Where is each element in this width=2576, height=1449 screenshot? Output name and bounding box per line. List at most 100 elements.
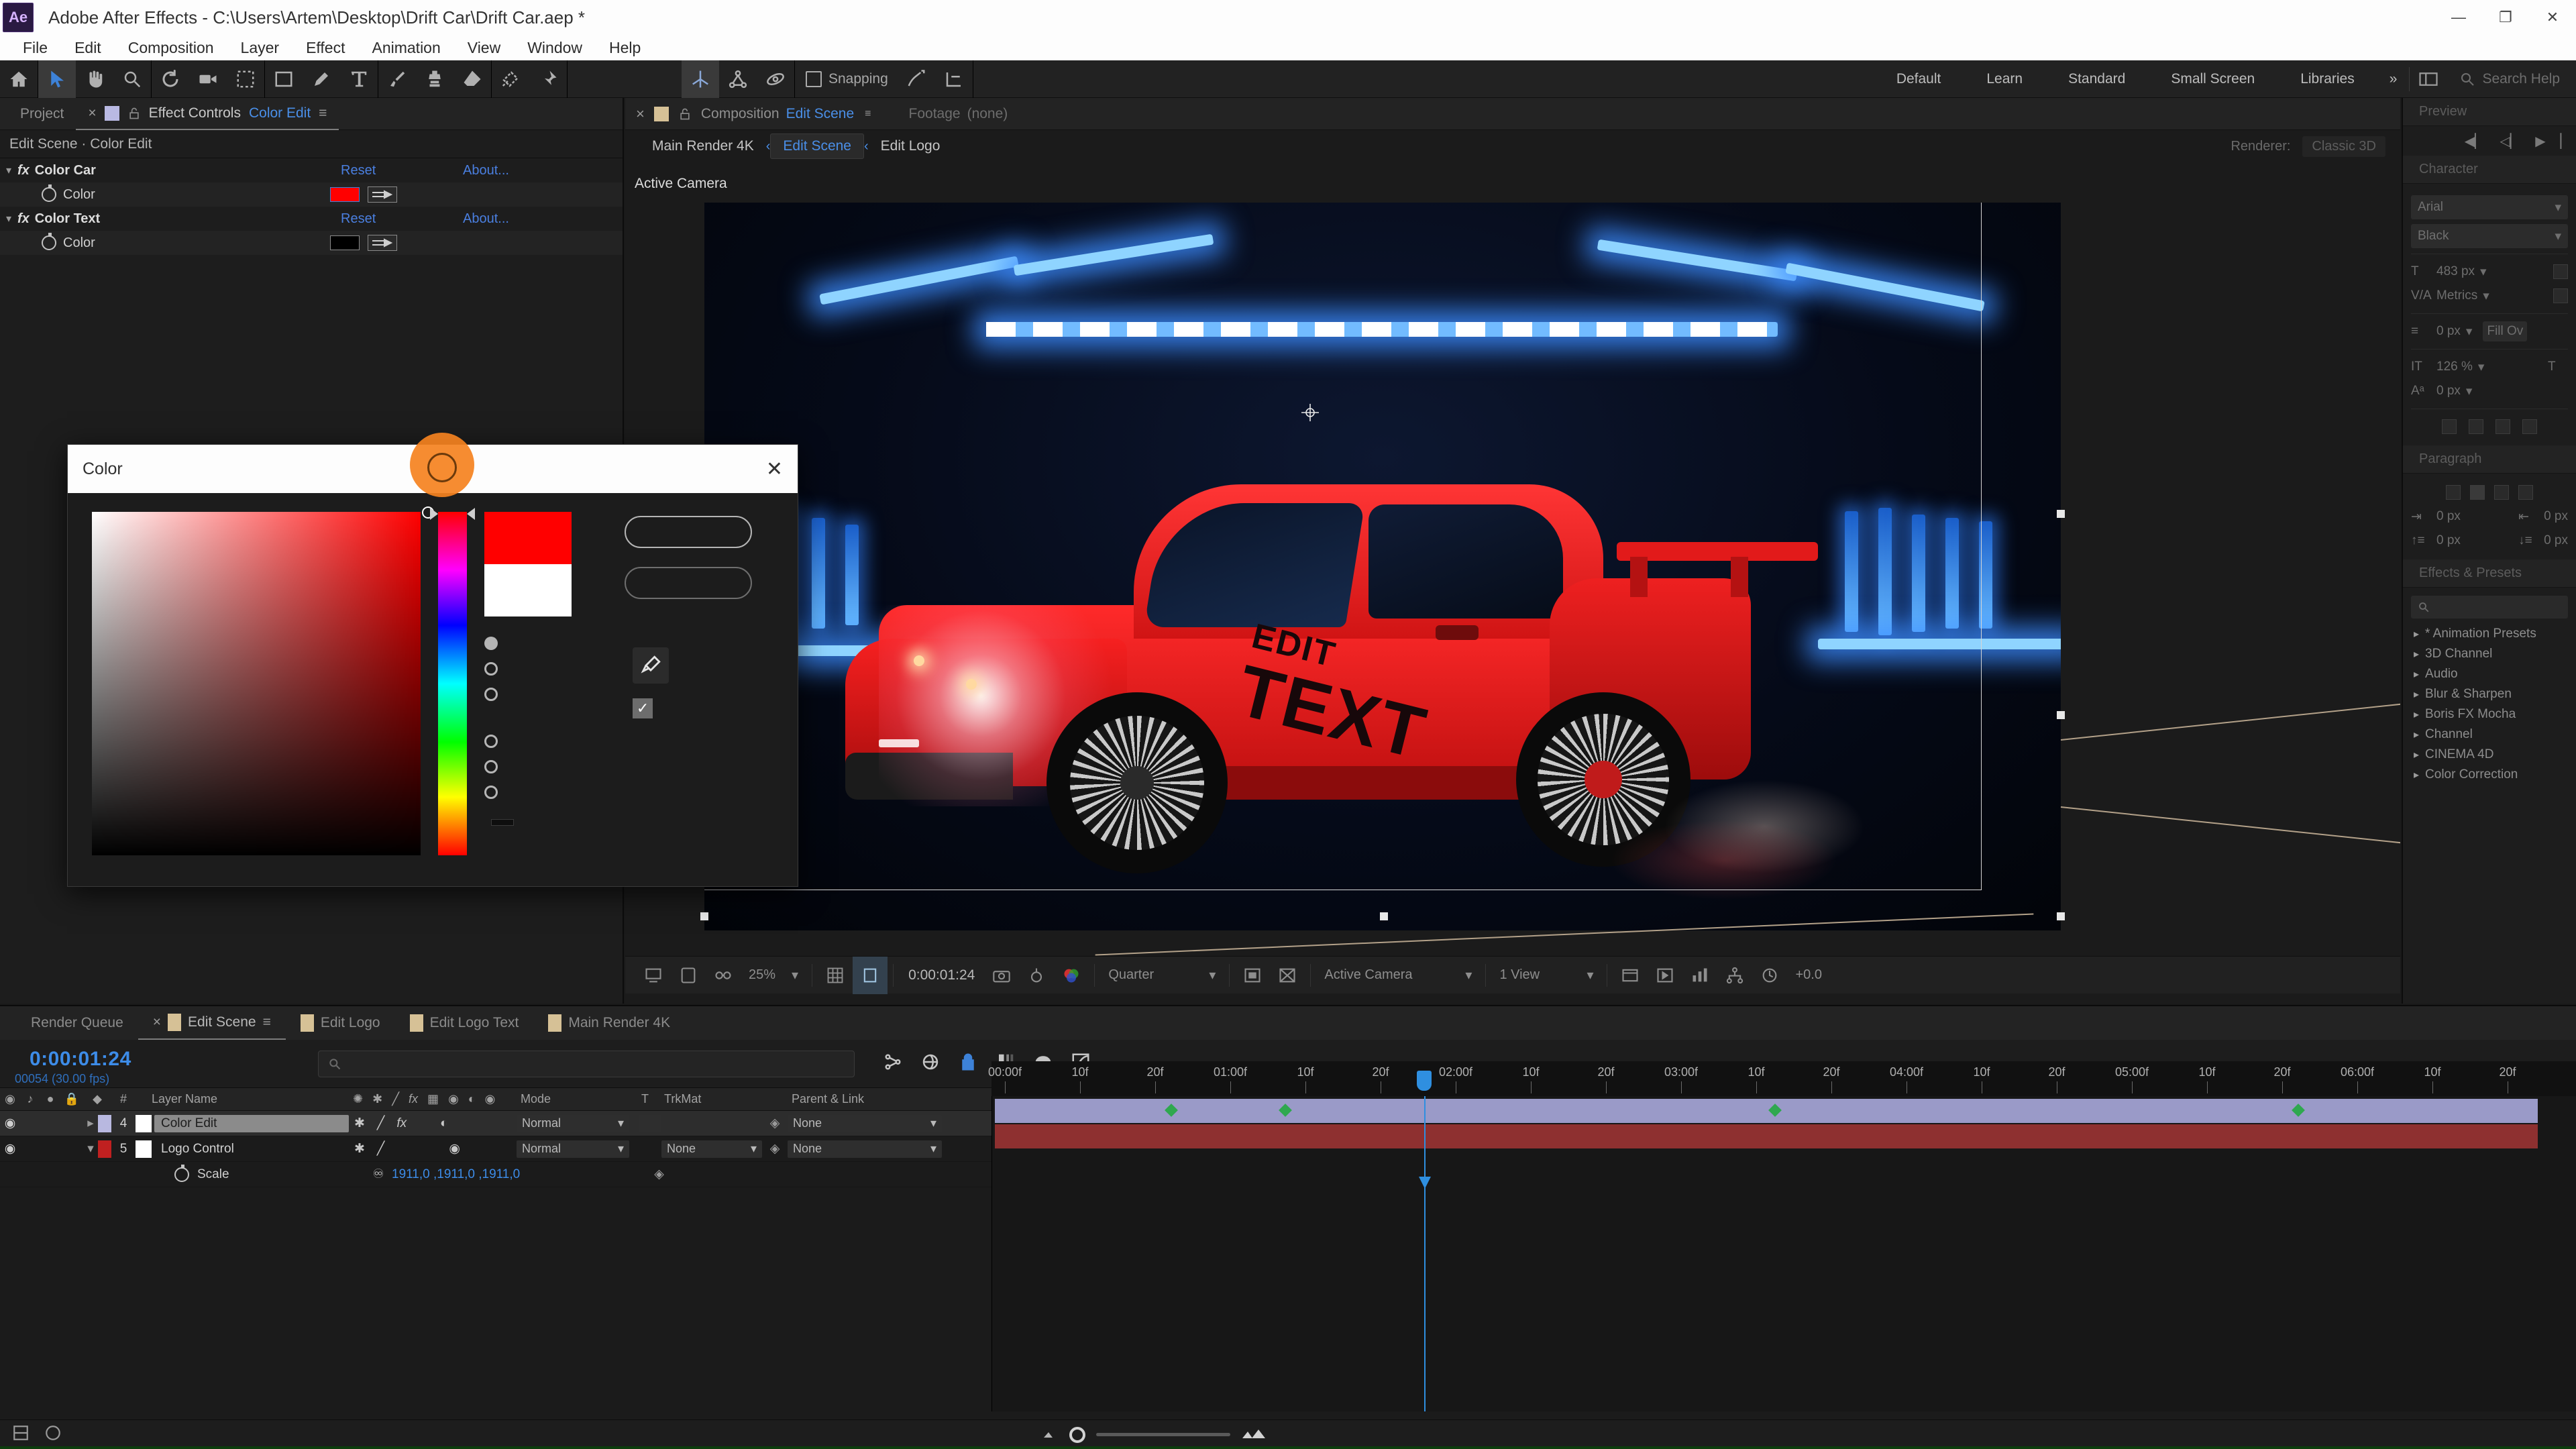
show-snapshot-icon[interactable] — [1019, 957, 1054, 994]
shape-tool-icon[interactable] — [265, 60, 303, 98]
faux-italic-icon[interactable] — [2469, 419, 2483, 434]
layer-name[interactable]: Logo Control — [154, 1142, 349, 1157]
brush-tool-icon[interactable] — [378, 60, 416, 98]
layer-bar-color-edit[interactable] — [995, 1099, 2538, 1123]
timeline-current-time[interactable]: 0:00:01:24 — [15, 1048, 131, 1071]
radio-green[interactable] — [484, 760, 498, 773]
timeline-search-input[interactable] — [318, 1050, 855, 1077]
resolution-select[interactable]: Quarter — [1100, 957, 1201, 994]
always-preview-icon[interactable] — [636, 957, 671, 994]
small-caps-icon[interactable] — [2522, 419, 2537, 434]
green-field-row[interactable] — [484, 760, 607, 773]
reset-link-color-text[interactable]: Reset — [341, 211, 376, 227]
effects-category-blur-sharpen[interactable]: ▸ Blur & Sharpen — [2411, 684, 2568, 704]
3d-axis-tool-icon[interactable] — [682, 60, 719, 98]
camera-tool-icon[interactable] — [189, 60, 227, 98]
property-row-color-car[interactable]: Color — [0, 182, 623, 207]
composition-mini-flowchart-icon[interactable] — [883, 1052, 903, 1075]
go-to-start-button[interactable]: ◀▏ — [2465, 133, 2485, 150]
tab-edit-logo[interactable]: Edit Logo — [286, 1006, 395, 1040]
stopwatch-icon[interactable] — [42, 233, 56, 250]
transform-handle[interactable] — [2057, 711, 2065, 719]
expand-chevron-down-icon[interactable]: ▾ — [83, 1141, 98, 1157]
effects-category-boris-fx-mocha[interactable]: ▸ Boris FX Mocha — [2411, 704, 2568, 724]
kerning-row[interactable]: V/A Metrics ▾ — [2411, 284, 2568, 308]
expand-chevron-right-icon[interactable]: ▸ — [83, 1116, 98, 1131]
clone-stamp-tool-icon[interactable] — [416, 60, 453, 98]
all-caps-icon[interactable] — [2496, 419, 2510, 434]
composition-viewport[interactable]: Active Camera EDIT TEXT — [625, 162, 2400, 956]
snap-corner-icon[interactable] — [935, 60, 973, 98]
menu-animation[interactable]: Animation — [358, 35, 453, 60]
effect-row-color-car[interactable]: ▾ fx Color Car Reset About... — [0, 158, 623, 182]
col-t-header[interactable]: T — [641, 1092, 664, 1106]
effects-icon[interactable]: fx — [396, 1116, 407, 1131]
tab-main-render-4k[interactable]: Main Render 4K — [533, 1006, 685, 1040]
shy-icon[interactable]: ✱ — [354, 1116, 365, 1131]
font-size-row[interactable]: T 483 px ▾ — [2411, 260, 2568, 284]
parent-pickwhip-icon[interactable]: ◈ — [762, 1141, 788, 1157]
workspace-standard[interactable]: Standard — [2045, 71, 2148, 87]
eraser-tool-icon[interactable] — [453, 60, 491, 98]
chevron-down-icon[interactable]: ▾ — [0, 164, 17, 177]
3d-glasses-icon[interactable] — [706, 957, 741, 994]
composition-mini-icon[interactable] — [30, 1424, 62, 1445]
radio-red[interactable] — [484, 735, 498, 748]
timeline-ruler[interactable]: 00:00f 10f 20f 01:00f 10f 20f 02:00f 10f… — [988, 1061, 2576, 1096]
hue-slider-thumb-top[interactable] — [430, 508, 439, 520]
menu-help[interactable]: Help — [596, 35, 654, 60]
effects-category-channel[interactable]: ▸ Channel — [2411, 724, 2568, 745]
quality-icon[interactable]: ╱ — [377, 1116, 384, 1131]
parent-pickwhip-icon[interactable]: ◈ — [762, 1116, 788, 1131]
playhead-line[interactable] — [1424, 1096, 1426, 1411]
shy-icon[interactable]: ✱ — [354, 1141, 365, 1157]
radio-brightness[interactable] — [484, 688, 498, 701]
toggle-switches-modes-icon[interactable] — [0, 1424, 30, 1445]
faux-bold-icon[interactable] — [2442, 419, 2457, 434]
adjustment-layer-icon[interactable]: ◐ — [440, 1116, 447, 1131]
blue-field-row[interactable] — [484, 786, 607, 799]
puppet-pin-tool-icon[interactable] — [529, 60, 567, 98]
layer-label-color[interactable] — [98, 1140, 111, 1158]
grid-guides-icon[interactable] — [818, 957, 853, 994]
radio-saturation[interactable] — [484, 662, 498, 676]
snap-target-icon[interactable] — [898, 60, 935, 98]
workspace-layout-icon[interactable] — [2410, 60, 2447, 98]
current-color-swatch[interactable] — [484, 564, 572, 616]
3d-layer-icon[interactable]: ◉ — [449, 1141, 460, 1157]
leading-icon[interactable] — [2553, 264, 2568, 279]
subtab-edit-scene[interactable]: Edit Scene — [770, 133, 864, 159]
tab-close-icon[interactable]: × — [88, 97, 96, 129]
color-swatch-car[interactable] — [330, 187, 360, 202]
viewer-timecode[interactable]: 0:00:01:24 — [899, 967, 984, 983]
composition-stage[interactable]: EDIT TEXT — [704, 203, 2061, 930]
zoom-in-icon[interactable] — [1241, 1425, 1268, 1444]
menu-layer[interactable]: Layer — [227, 35, 293, 60]
tab-edit-scene[interactable]: × Edit Scene ≡ — [138, 1006, 286, 1040]
layer-trkmat-select[interactable]: None ▾ — [661, 1140, 762, 1158]
search-help-box[interactable]: Search Help — [2447, 71, 2560, 87]
menu-effect[interactable]: Effect — [292, 35, 358, 60]
saturation-brightness-field[interactable] — [92, 506, 434, 855]
justify-icon[interactable] — [2518, 485, 2533, 500]
workspace-small-screen[interactable]: Small Screen — [2148, 71, 2277, 87]
color-swatch-text[interactable] — [330, 235, 360, 250]
effects-category-audio[interactable]: ▸ Audio — [2411, 664, 2568, 684]
radio-hue[interactable] — [484, 637, 498, 650]
pen-tool-icon[interactable] — [303, 60, 340, 98]
playhead-handle[interactable] — [1417, 1071, 1432, 1091]
subtab-edit-logo[interactable]: Edit Logo — [869, 138, 953, 154]
video-toggle-icon[interactable]: ◉ — [0, 1141, 20, 1157]
comp-panel-menu-icon[interactable]: ≡ — [865, 108, 871, 120]
eyedropper-button-car[interactable] — [368, 186, 397, 203]
saturation-field-row[interactable] — [484, 662, 607, 676]
cancel-button[interactable] — [625, 567, 753, 599]
zoom-slider-track[interactable] — [1096, 1433, 1230, 1436]
step-back-button[interactable]: ◁▏ — [2500, 133, 2520, 150]
menu-composition[interactable]: Composition — [115, 35, 227, 60]
layer-label-color[interactable] — [98, 1114, 111, 1132]
menu-view[interactable]: View — [454, 35, 514, 60]
view-layout-chevron-down-icon[interactable]: ▾ — [1578, 957, 1601, 994]
zoom-out-icon[interactable] — [1041, 1426, 1059, 1444]
layer-selection-box[interactable] — [704, 203, 1982, 890]
